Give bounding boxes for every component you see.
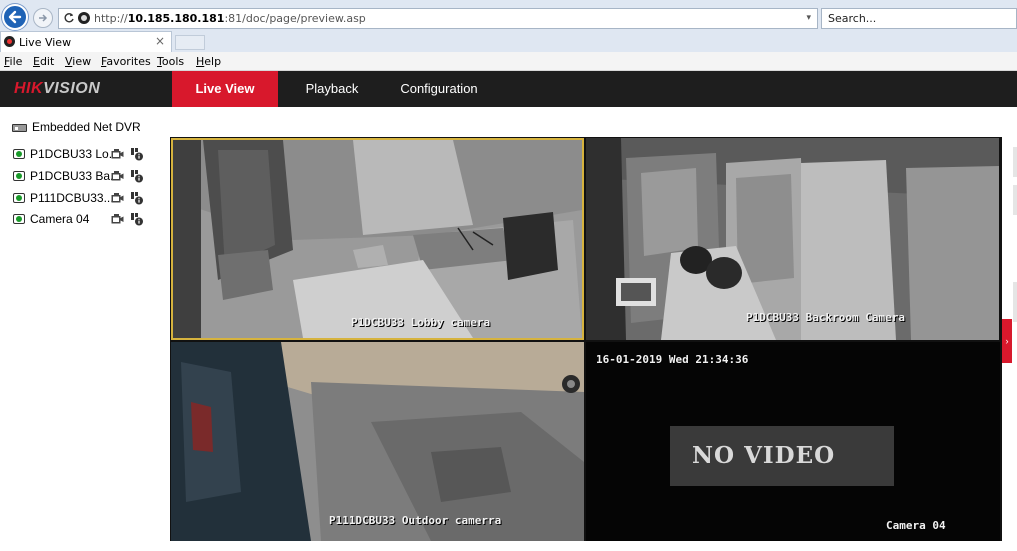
video-pane-4[interactable]: 16-01-2019 Wed 21:34:36 NO VIDEO Camera … <box>586 342 1000 541</box>
back-arrow-icon <box>8 10 22 24</box>
site-favicon-icon <box>78 12 90 24</box>
tab-favicon-icon <box>4 36 15 47</box>
backroom-osd-label: P1DCBU33 Backroom Camera <box>746 311 905 324</box>
ptz-info-icon[interactable] <box>130 212 144 226</box>
url-path: :81/doc/page/preview.asp <box>224 12 366 25</box>
record-icon[interactable] <box>111 149 124 159</box>
forward-button[interactable] <box>33 8 53 28</box>
record-icon[interactable] <box>111 193 124 203</box>
tab-title: Live View <box>19 36 72 49</box>
tab-live-view[interactable]: Live View × <box>0 31 172 52</box>
nav-playback[interactable]: Playback <box>294 71 370 107</box>
device-tree: Embedded Net DVR P1DCBU33 Lo... P1DCBU33… <box>0 107 165 551</box>
browser-toolbar: http://10.185.180.181:81/doc/page/previe… <box>0 0 1017 52</box>
camera-label: P111DCBU33... <box>30 191 114 205</box>
lobby-camera-feed <box>173 140 582 338</box>
app-header: HIKVISION Live View Playback Configurati… <box>0 71 1017 107</box>
camera-icon <box>13 171 25 181</box>
menu-tools[interactable]: Tools <box>157 55 184 68</box>
camera-icon <box>13 214 25 224</box>
menu-edit[interactable]: Edit <box>33 55 54 68</box>
panel-edge-fragment <box>1013 282 1017 322</box>
url-prefix: http:// <box>94 12 128 25</box>
url-host: 10.185.180.181 <box>127 12 225 25</box>
nav-configuration[interactable]: Configuration <box>388 71 490 107</box>
menu-view[interactable]: View <box>65 55 91 68</box>
panel-edge-fragment <box>1013 147 1017 177</box>
address-bar[interactable]: http://10.185.180.181:81/doc/page/previe… <box>58 8 818 29</box>
nav-live-view[interactable]: Live View <box>172 71 278 107</box>
record-icon[interactable] <box>111 171 124 181</box>
timestamp-osd: 16-01-2019 Wed 21:34:36 <box>596 353 749 366</box>
menu-file[interactable]: File <box>4 55 22 68</box>
camera-04-osd-label: Camera 04 <box>886 519 946 532</box>
camera-item-4[interactable]: Camera 04 <box>13 211 163 229</box>
record-icon[interactable] <box>111 214 124 224</box>
new-tab-button[interactable] <box>175 35 205 50</box>
backroom-camera-feed <box>586 138 999 340</box>
no-video-banner: NO VIDEO <box>670 426 894 486</box>
address-dropdown-icon[interactable]: ▾ <box>806 13 811 23</box>
logo-rest-part: VISION <box>43 80 101 97</box>
camera-item-1[interactable]: P1DCBU33 Lo... <box>13 146 163 164</box>
outdoor-camera-feed <box>171 342 584 541</box>
menu-favorites[interactable]: Favorites <box>101 55 151 68</box>
lobby-osd-label: P1DCBU33 Lobby camera <box>351 316 491 329</box>
menu-bar: File Edit View Favorites Tools Help <box>0 52 1017 71</box>
logo-red-part: HIK <box>14 80 44 97</box>
camera-icon <box>13 149 25 159</box>
camera-item-2[interactable]: P1DCBU33 Ba... <box>13 168 163 186</box>
camera-label: Camera 04 <box>30 212 90 226</box>
dvr-icon <box>12 124 27 132</box>
ptz-info-icon[interactable] <box>130 191 144 205</box>
device-label: Embedded Net DVR <box>32 120 141 134</box>
ptz-info-icon[interactable] <box>130 169 144 183</box>
refresh-icon[interactable] <box>63 12 75 24</box>
camera-icon <box>13 193 25 203</box>
tab-close-icon[interactable]: × <box>155 34 165 48</box>
video-pane-1[interactable]: P1DCBU33 Lobby camera <box>171 138 584 340</box>
outdoor-osd-label: P111DCBU33 Outdoor camerra <box>329 514 502 527</box>
forward-arrow-icon <box>39 14 48 22</box>
video-pane-3[interactable]: P111DCBU33 Outdoor camerra <box>171 342 584 541</box>
camera-label: P1DCBU33 Lo... <box>30 147 119 161</box>
no-video-text: NO VIDEO <box>692 442 836 469</box>
ptz-info-icon[interactable] <box>130 147 144 161</box>
url-text[interactable]: http://10.185.180.181:81/doc/page/previe… <box>94 12 366 25</box>
back-button[interactable] <box>2 4 28 30</box>
video-pane-2[interactable]: P1DCBU33 Backroom Camera <box>586 138 999 340</box>
camera-item-3[interactable]: P111DCBU33... <box>13 190 163 208</box>
search-box[interactable]: Search... <box>821 8 1017 29</box>
expand-panel-button[interactable]: › <box>1002 319 1012 363</box>
menu-help[interactable]: Help <box>196 55 221 68</box>
camera-label: P1DCBU33 Ba... <box>30 169 121 183</box>
hikvision-logo: HIKVISION <box>14 80 100 98</box>
live-view-grid: P1DCBU33 Lobby camera P1DCBU33 Backroom … <box>170 137 1002 541</box>
panel-edge-fragment <box>1013 185 1017 215</box>
